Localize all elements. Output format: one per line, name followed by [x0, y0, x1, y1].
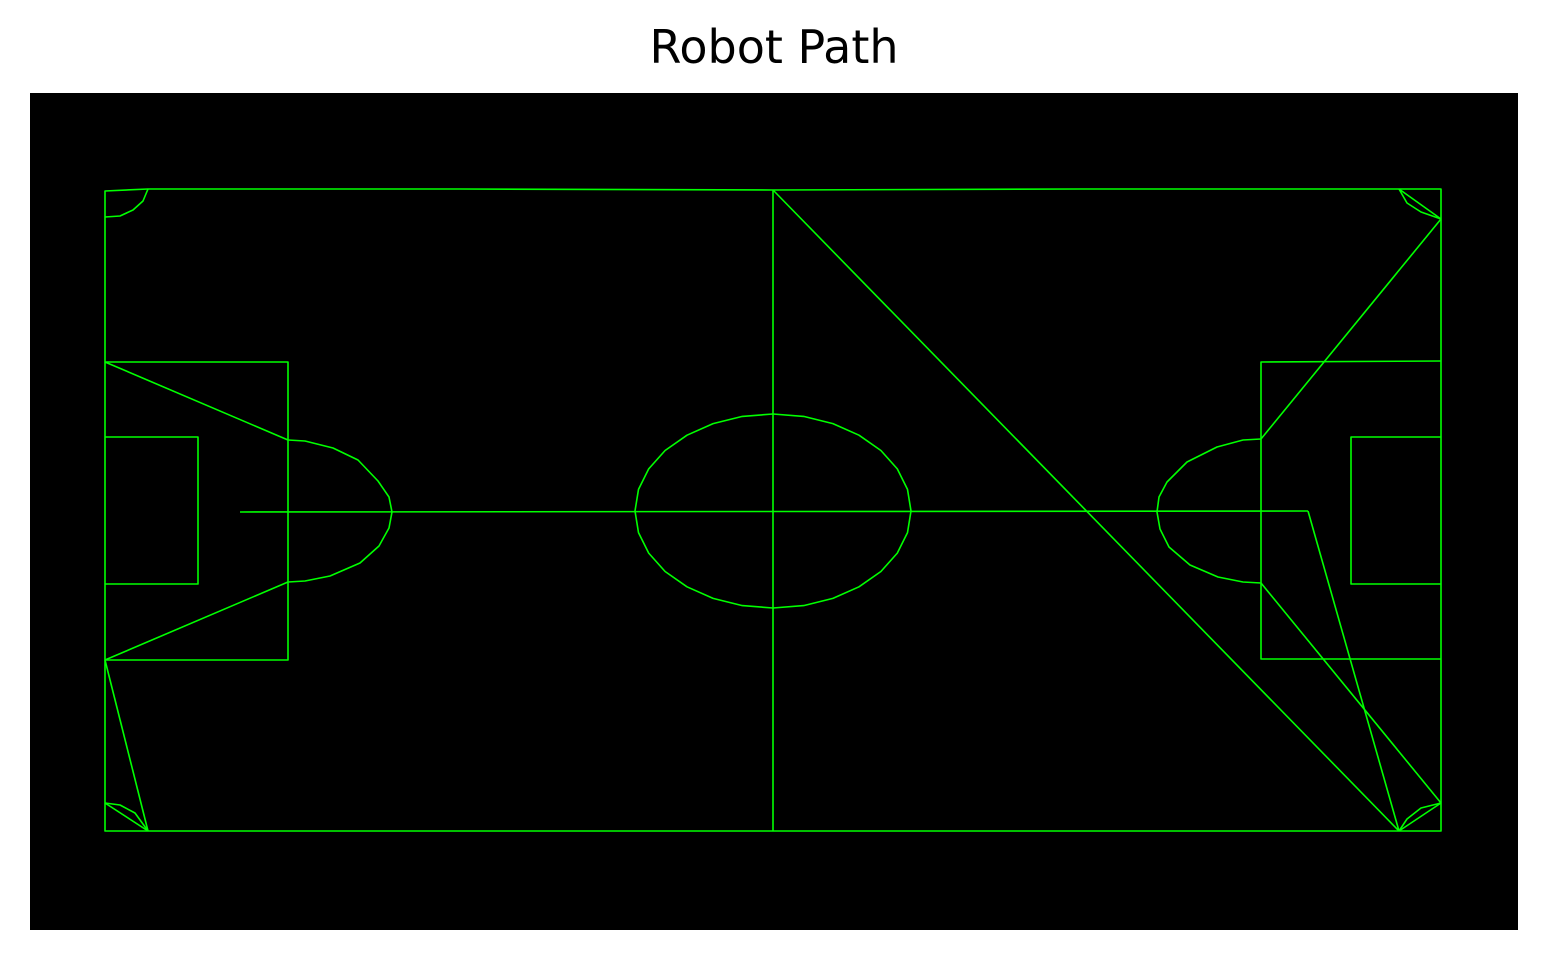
center-line — [239, 510, 1309, 513]
path-plot — [30, 93, 1518, 930]
